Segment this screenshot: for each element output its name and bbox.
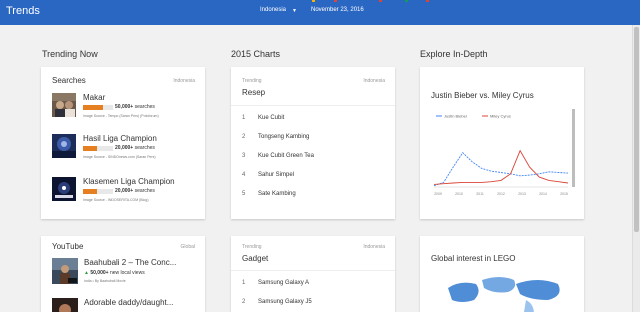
world-map — [430, 270, 580, 312]
card-title: Global interest in LEGO — [431, 254, 516, 263]
divider — [231, 270, 395, 271]
column-title-trending-now: Trending Now — [42, 49, 98, 59]
search-count: 20,000+ searches — [115, 145, 155, 151]
top-accent-dot — [426, 0, 429, 2]
x-tick-label: 2013 — [518, 192, 526, 196]
search-count: 50,000+ searches — [115, 104, 155, 110]
trend-up-icon: ▲ — [84, 270, 89, 276]
x-tick-label: 2009 — [434, 192, 442, 196]
youtube-card[interactable]: YouTube Global Baahubali 2 – The Conc...… — [41, 236, 205, 312]
top-accent-dot — [405, 0, 408, 2]
search-item-makar[interactable]: Makar 50,000+ searches Image Source - Te… — [52, 93, 212, 125]
search-item-hasil-liga-champion[interactable]: Hasil Liga Champion 20,000+ searches Ima… — [52, 134, 212, 166]
top-accent-dot — [379, 0, 382, 2]
card-region: Indonesia — [363, 78, 385, 84]
card-title: Resep — [242, 88, 266, 97]
image-source: Image Source - INDOSERITA.COM (Blog) — [83, 198, 149, 202]
card-title: YouTube — [52, 242, 84, 251]
divider — [231, 105, 395, 106]
card-title: Gadget — [242, 254, 269, 263]
explore-card[interactable]: Justin Bieber vs. Miley Cyrus Justin Bie… — [420, 67, 584, 219]
column-title-explore: Explore In-Depth — [420, 49, 488, 59]
search-volume-bar — [83, 146, 97, 151]
region-selector[interactable]: Indonesia — [260, 7, 286, 13]
search-title[interactable]: Klasemen Liga Champion — [83, 177, 175, 186]
search-item-klasemen-liga-champion[interactable]: Klasemen Liga Champion 20,000+ searches … — [52, 177, 212, 209]
search-volume-bar — [83, 189, 97, 194]
lego-card[interactable]: Global interest in LEGO — [420, 236, 584, 312]
search-title[interactable]: Makar — [83, 93, 105, 102]
scrollbar[interactable] — [632, 25, 640, 312]
card-region: Indonesia — [363, 244, 385, 250]
trend-chart: Justin Bieber Miley Cyrus 2009 2010 2011 201… — [430, 107, 580, 199]
image-source: Image Source - SINDOnews.com (Saran Pers… — [83, 155, 156, 159]
video-title[interactable]: Adorable daddy/daught... — [84, 298, 173, 307]
column-title-2015-charts: 2015 Charts — [231, 49, 281, 59]
video-meta: India • By Baahubali Movie — [84, 279, 126, 283]
date-label: November 23, 2016 — [311, 7, 364, 13]
x-tick-label: 2014 — [539, 192, 547, 196]
search-volume-bar-track — [97, 189, 113, 194]
video-thumbnail[interactable] — [52, 298, 78, 312]
search-thumbnail — [52, 134, 76, 158]
card-title: Searches — [52, 76, 86, 85]
app-title[interactable]: Trends — [6, 5, 40, 17]
top-accent-dot — [334, 0, 337, 2]
image-source: Image Source - Tempo (Saran Pers) (Potof… — [83, 114, 159, 118]
top-bar: Trends Indonesia ▼ November 23, 2016 — [0, 0, 640, 25]
x-tick-label: 2015 — [560, 192, 568, 196]
search-volume-bar — [83, 105, 103, 110]
video-title[interactable]: Baahubali 2 – The Conc... — [84, 258, 176, 267]
top-accent-dot — [312, 0, 315, 2]
gadget-card[interactable]: Trending Indonesia Gadget 1 Samsung Galax… — [231, 236, 395, 312]
chart-title: Justin Bieber vs. Miley Cyrus — [431, 91, 534, 100]
search-volume-bar-track — [97, 146, 113, 151]
trending-label: Trending — [242, 78, 262, 84]
search-count: 20,000+ searches — [115, 188, 155, 194]
x-tick-label: 2011 — [476, 192, 484, 196]
searches-card[interactable]: Searches Indonesia Makar 50,000+ searche… — [41, 67, 205, 219]
resep-card[interactable]: Trending Indonesia Resep 1 Kue Cubit 2 Ton… — [231, 67, 395, 219]
search-title[interactable]: Hasil Liga Champion — [83, 134, 157, 143]
scrollbar-thumb[interactable] — [634, 27, 639, 232]
card-region: Global — [180, 244, 195, 250]
x-tick-label: 2012 — [497, 192, 505, 196]
video-views: ▲ 50,000+ new local views — [84, 270, 145, 276]
trending-label: Trending — [242, 244, 262, 250]
search-thumbnail — [52, 177, 76, 201]
legend-label: Justin Bieber — [444, 114, 468, 119]
search-volume-bar-track — [103, 105, 113, 110]
x-tick-label: 2010 — [455, 192, 463, 196]
legend-label: Miley Cyrus — [490, 114, 511, 119]
search-thumbnail — [52, 93, 76, 117]
card-region: Indonesia — [173, 78, 195, 84]
video-thumbnail[interactable] — [52, 258, 78, 284]
chevron-down-icon[interactable]: ▼ — [292, 8, 297, 14]
